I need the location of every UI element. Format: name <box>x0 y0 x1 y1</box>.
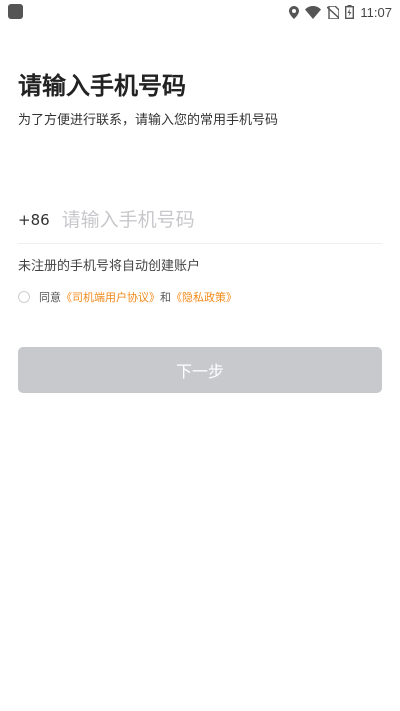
agreement-checkbox[interactable] <box>18 291 30 303</box>
app-notification-icon <box>8 4 23 19</box>
no-sim-icon <box>327 5 340 19</box>
battery-charging-icon <box>345 5 355 19</box>
privacy-policy-link[interactable]: 《隐私政策》 <box>171 289 237 305</box>
agreement-row: 同意 《司机端用户协议》 和 《隐私政策》 <box>18 289 237 305</box>
auto-register-hint: 未注册的手机号将自动创建账户 <box>18 259 201 274</box>
next-step-button[interactable]: 下一步 <box>18 347 382 393</box>
status-icons: 11:07 <box>289 3 392 21</box>
phone-number-input[interactable] <box>61 209 342 231</box>
location-icon <box>289 5 300 19</box>
country-code[interactable]: +86 <box>18 211 50 229</box>
page-subtitle: 为了方便进行联系，请输入您的常用手机号码 <box>18 113 279 128</box>
login-phone-page: 11:07 请输入手机号码 为了方便进行联系，请输入您的常用手机号码 +86 未… <box>0 0 400 711</box>
phone-input-row: +86 <box>18 200 382 240</box>
status-bar: 11:07 <box>0 0 400 24</box>
agreement-prefix: 同意 <box>39 291 61 304</box>
agreement-conjunction: 和 <box>160 291 171 304</box>
wifi-icon <box>305 5 322 19</box>
input-divider <box>18 243 382 244</box>
clock: 11:07 <box>360 4 392 20</box>
page-title: 请输入手机号码 <box>18 72 186 100</box>
user-agreement-link[interactable]: 《司机端用户协议》 <box>61 289 160 305</box>
